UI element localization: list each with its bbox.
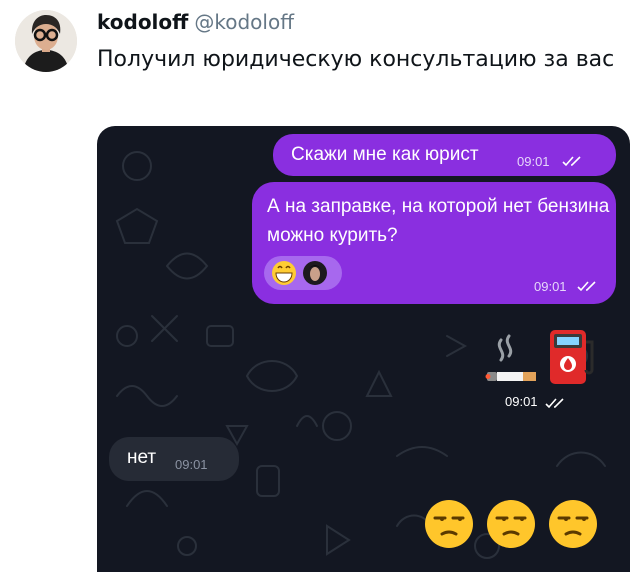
emoji-sticker-message[interactable] xyxy=(423,498,623,550)
outgoing-message[interactable]: Скажи мне как юрист 09:01 xyxy=(273,134,616,176)
grinning-face-emoji xyxy=(272,261,296,285)
chat-screenshot[interactable]: Скажи мне как юрист 09:01 А на заправке,… xyxy=(97,126,630,572)
message-time: 09:01 xyxy=(505,394,569,409)
read-ticks-icon xyxy=(545,397,564,408)
outgoing-message[interactable]: А на заправке, на которой нет бензина мо… xyxy=(252,182,616,304)
message-time: 09:01 xyxy=(534,279,567,294)
read-ticks-icon xyxy=(562,156,581,167)
author-handle[interactable]: @kodoloff xyxy=(194,10,294,34)
user-avatar xyxy=(303,261,327,285)
message-text: нет xyxy=(127,447,157,468)
unamused-face-emoji xyxy=(425,500,473,548)
cigarette-emoji[interactable] xyxy=(483,330,539,386)
fuel-pump-emoji[interactable] xyxy=(544,326,596,388)
unamused-face-emoji xyxy=(487,500,535,548)
incoming-message[interactable]: нет 09:01 xyxy=(109,437,239,481)
tweet-text: Получил юридическую консультацию за вас xyxy=(97,47,615,72)
author-line: kodoloff @kodoloff xyxy=(97,10,294,34)
message-time: 09:01 xyxy=(517,154,550,169)
author-name[interactable]: kodoloff xyxy=(97,10,188,34)
message-text: Скажи мне как юрист xyxy=(291,144,479,165)
read-ticks-icon xyxy=(577,281,596,292)
message-time: 09:01 xyxy=(175,457,208,472)
message-time-text: 09:01 xyxy=(505,394,538,409)
message-text: А на заправке, на которой нет бензина мо… xyxy=(267,196,610,246)
unamused-face-emoji xyxy=(549,500,597,548)
author-avatar[interactable] xyxy=(15,10,77,72)
message-reactions[interactable] xyxy=(264,256,342,290)
